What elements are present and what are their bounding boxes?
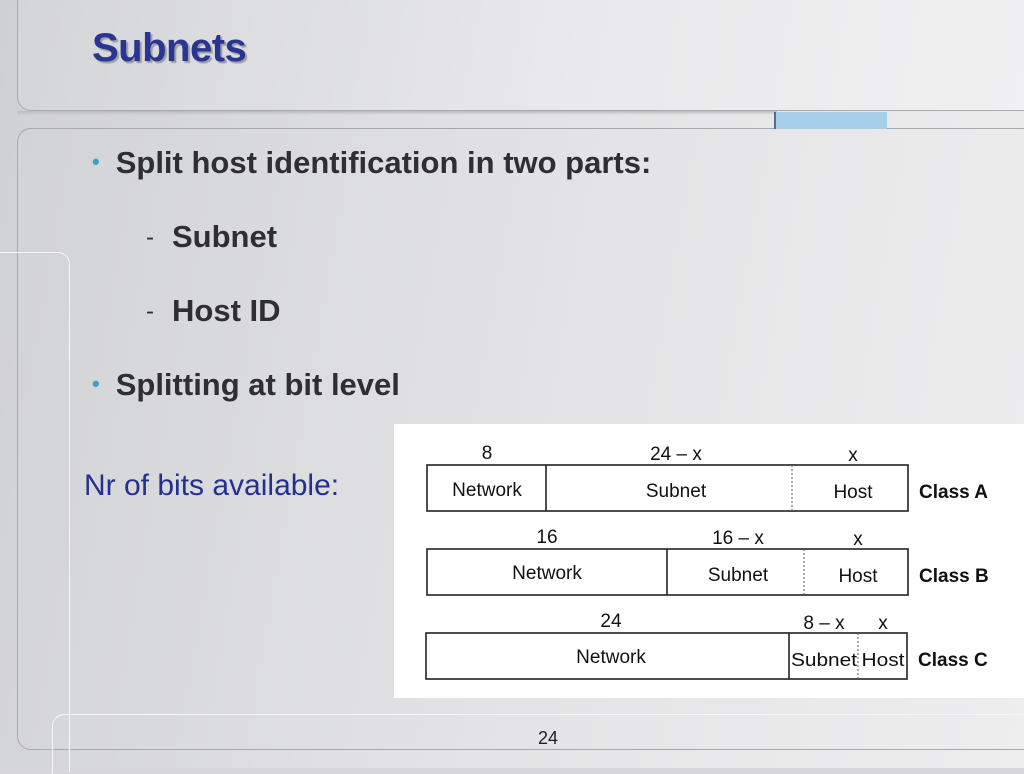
class-label: Class A	[919, 482, 988, 503]
slide-title: Subnets	[92, 26, 247, 70]
bullet-marker: •	[92, 149, 100, 174]
class-b-row: 16 16 – x x Network Subnet Host Class B	[426, 527, 989, 596]
network-width-label: 16	[536, 527, 557, 548]
host-width-label: x	[878, 613, 888, 634]
subnet-diagram: 8 24 – x x Network Subnet Host Class A 1…	[394, 424, 1024, 698]
subnet-field: Subnet	[646, 481, 707, 502]
sub-bullet-item: - Subnet	[146, 219, 277, 255]
class-label: Class B	[919, 566, 989, 587]
host-field: Host	[833, 482, 873, 503]
subnet-width-label: 16 – x	[712, 528, 764, 549]
network-width-label: 24	[600, 611, 622, 632]
sub-bullet-item: - Host ID	[146, 293, 281, 329]
host-width-label: x	[848, 445, 858, 466]
subnet-width-label: 24 – x	[650, 444, 702, 465]
subnet-field: Subnet	[791, 650, 857, 670]
class-c-row: 24 8 – x x Network Subnet Host Class C	[425, 611, 988, 680]
accent-bar	[774, 112, 887, 129]
decorative-line-left	[0, 252, 70, 772]
network-width-label: 8	[482, 443, 493, 464]
sub-bullet-text: Host ID	[172, 293, 281, 328]
page-number: 24	[537, 728, 559, 748]
class-label: Class C	[918, 650, 988, 671]
bullet-marker: •	[92, 371, 100, 396]
bits-available-label: Nr of bits available:	[84, 469, 340, 502]
class-a-row: 8 24 – x x Network Subnet Host Class A	[426, 443, 988, 512]
dash-marker: -	[146, 224, 154, 251]
host-width-label: x	[853, 529, 863, 550]
subnet-width-label: 8 – x	[803, 613, 845, 634]
subnet-field: Subnet	[708, 565, 769, 586]
bullet-text: Split host identification in two parts:	[115, 145, 652, 180]
network-field: Network	[576, 647, 646, 668]
sub-bullet-text: Subnet	[172, 219, 278, 254]
network-field: Network	[452, 480, 522, 501]
network-field: Network	[512, 563, 582, 584]
bullet-text: Splitting at bit level	[115, 367, 400, 402]
host-field: Host	[862, 650, 905, 670]
title-panel-shadow	[17, 111, 777, 115]
bullet-item: • Splitting at bit level	[92, 367, 400, 403]
bullet-item: • Split host identification in two parts:	[92, 145, 651, 181]
subnet-diagram-svg: 8 24 – x x Network Subnet Host Class A 1…	[425, 443, 989, 680]
host-field: Host	[838, 566, 878, 587]
dash-marker: -	[146, 298, 154, 325]
